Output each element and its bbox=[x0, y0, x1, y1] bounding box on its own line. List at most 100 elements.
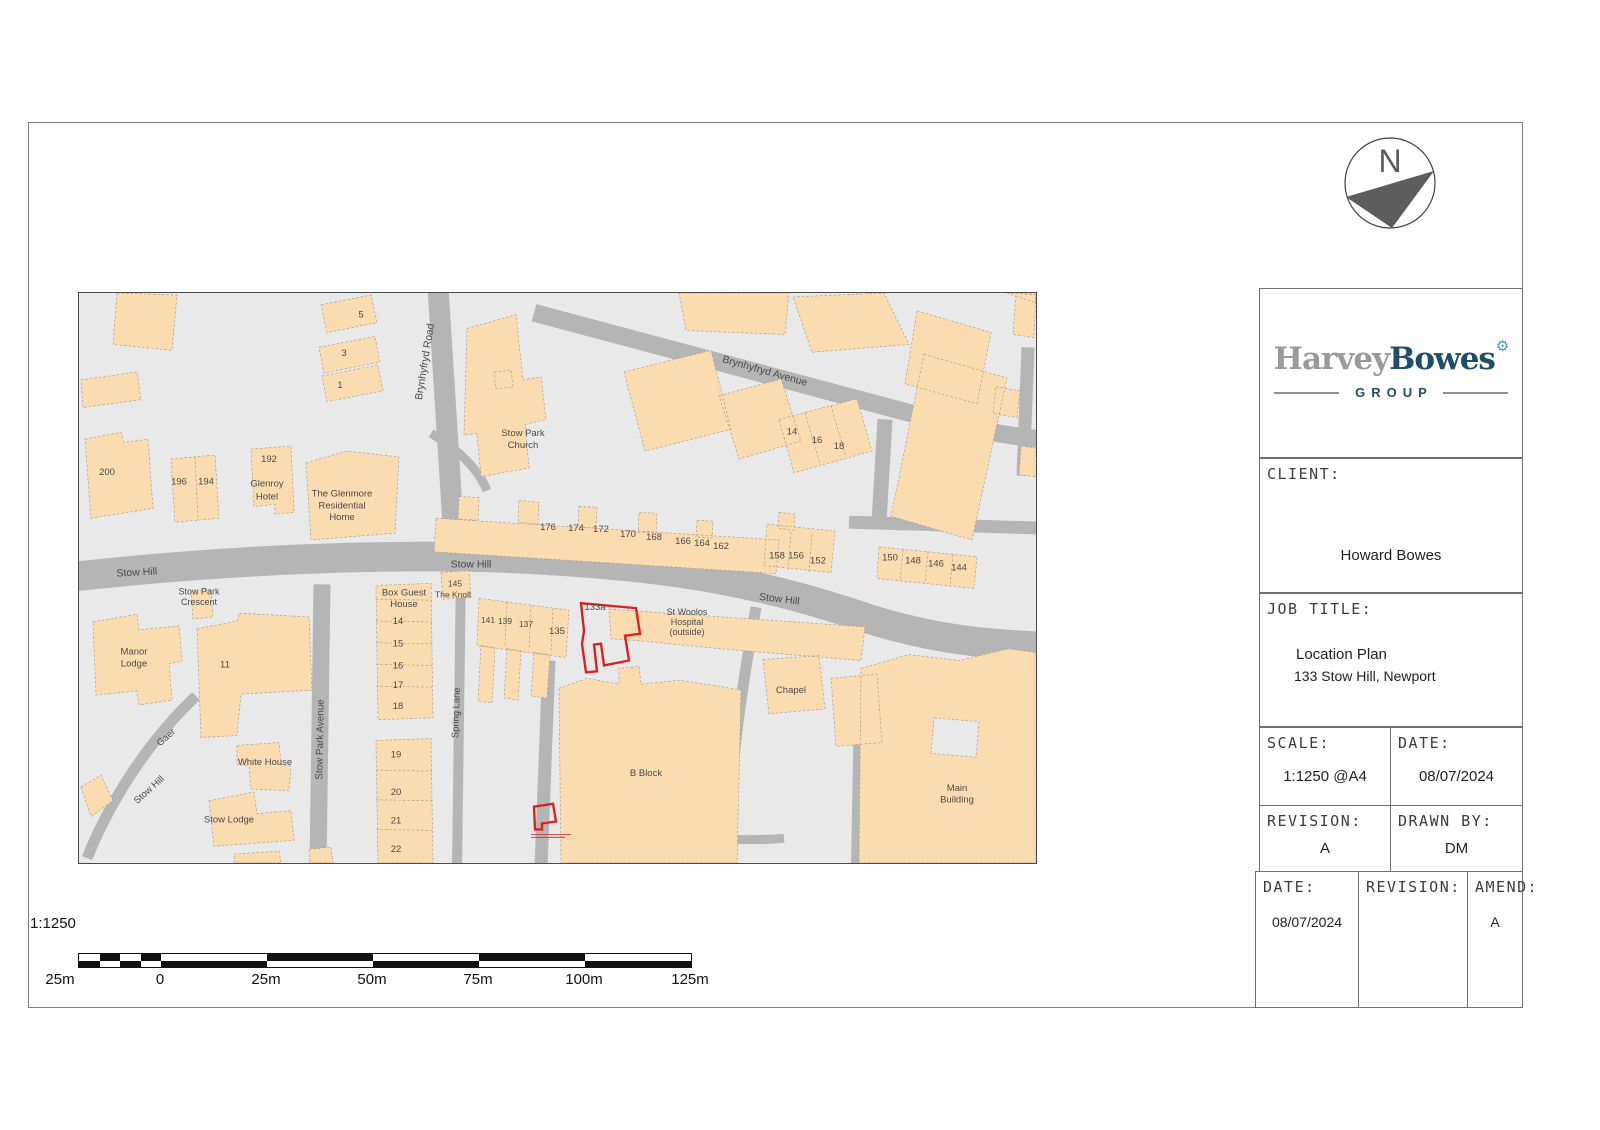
scale-bar-segment bbox=[161, 961, 267, 968]
map-label: 137 bbox=[519, 619, 533, 629]
scale-label: SCALE: bbox=[1267, 734, 1330, 752]
drawn-by-value: DM bbox=[1391, 840, 1522, 857]
map-label: 150 bbox=[882, 553, 898, 564]
scale-bar-bottom-row bbox=[79, 961, 691, 968]
map-label: Hotel bbox=[256, 492, 278, 503]
logo-group-label: GROUP bbox=[1355, 385, 1433, 400]
map-label: 16 bbox=[812, 435, 823, 446]
map-label: 158 bbox=[769, 551, 785, 562]
map-label: Hospital bbox=[671, 617, 704, 627]
map-label: 162 bbox=[713, 541, 729, 552]
building-shape bbox=[81, 293, 1036, 588]
title-block-logo-cell: HarveyBowes⚙ GROUP bbox=[1259, 288, 1523, 458]
map-label: 166 bbox=[675, 536, 691, 547]
map-label: 11 bbox=[220, 659, 230, 670]
map-label: 22 bbox=[391, 844, 402, 855]
map-label: 174 bbox=[568, 523, 584, 534]
map-label: Stow Lodge bbox=[204, 815, 254, 826]
map-label: 170 bbox=[620, 529, 636, 540]
map-label: St Woolos bbox=[667, 607, 708, 617]
map-label: Manor bbox=[121, 647, 148, 658]
map-label: 168 bbox=[646, 532, 662, 543]
map-label: 15 bbox=[393, 639, 404, 650]
map-label: 20 bbox=[391, 787, 402, 798]
map-label: 1 bbox=[337, 380, 342, 391]
map-label: 156 bbox=[788, 551, 804, 562]
north-arrow: N bbox=[1333, 128, 1448, 243]
map-label: 196 bbox=[171, 477, 187, 488]
drawn-by-label: DRAWN BY: bbox=[1398, 812, 1493, 830]
map-label: Stow Park Avenue bbox=[314, 699, 326, 780]
scale-bar-segment bbox=[141, 961, 162, 968]
scale-bar-segment bbox=[267, 961, 373, 968]
map-label: 19 bbox=[391, 749, 402, 760]
map-label: Spring Lane bbox=[450, 687, 463, 738]
north-arrow-letter: N bbox=[1378, 143, 1401, 179]
map-label: The Knoll bbox=[435, 589, 471, 599]
road-shape bbox=[87, 696, 196, 858]
revision-label: REVISION: bbox=[1267, 812, 1362, 830]
scale-bar-segment bbox=[100, 961, 121, 968]
map-label: Stow Hill bbox=[132, 774, 167, 807]
map-label: 192 bbox=[261, 454, 277, 465]
title-block-date-cell: DATE: 08/07/2024 bbox=[1390, 727, 1523, 806]
map-label: Lodge bbox=[121, 658, 147, 669]
map-label: 176 bbox=[540, 522, 556, 533]
north-arrow-pointer bbox=[1346, 171, 1434, 228]
scale-tick-label: 100m bbox=[565, 971, 603, 988]
map-label: The Glenmore bbox=[312, 489, 373, 500]
scale-tick-label: 0 bbox=[156, 971, 164, 988]
map-label: 17 bbox=[393, 680, 404, 691]
map-label: (outside) bbox=[670, 627, 705, 637]
scale-tick-label: 25m bbox=[45, 971, 74, 988]
map-label: Home bbox=[329, 512, 354, 523]
map-label: 141 bbox=[481, 615, 495, 625]
map-panel: 531Brynhyfryd RoadBrynhyfryd AvenueStow … bbox=[78, 292, 1037, 864]
map-label: Chapel bbox=[776, 685, 806, 696]
map-label: 145 bbox=[448, 578, 462, 588]
map-label: Building bbox=[940, 795, 974, 806]
scale-tick-label: 75m bbox=[463, 971, 492, 988]
scale-bar bbox=[78, 953, 692, 968]
scale-bar-segment bbox=[585, 961, 691, 968]
map-label: 21 bbox=[391, 816, 402, 827]
date-value: 08/07/2024 bbox=[1391, 768, 1522, 785]
footer-date-value: 08/07/2024 bbox=[1256, 914, 1358, 930]
title-block-footer-amend-cell: AMEND: A bbox=[1467, 871, 1523, 1008]
map-label: Stow Hill bbox=[451, 560, 492, 571]
scale-ratio-label: 1:1250 bbox=[30, 915, 76, 932]
footer-amend-value: A bbox=[1468, 914, 1522, 930]
road-shape bbox=[879, 419, 885, 522]
map-label: Stow Park bbox=[501, 428, 545, 439]
logo-bowes: Bowes bbox=[1389, 341, 1495, 377]
revision-value: A bbox=[1260, 840, 1390, 857]
drawing-sheet: N bbox=[0, 0, 1600, 1130]
title-block-scale-cell: SCALE: 1:1250 @A4 bbox=[1259, 727, 1391, 806]
scale-value: 1:1250 @A4 bbox=[1260, 768, 1390, 785]
scale-tick-label: 50m bbox=[357, 971, 386, 988]
map-label: 133a bbox=[584, 602, 606, 613]
map-label: 16 bbox=[393, 660, 404, 671]
scale-tick-label: 25m bbox=[251, 971, 280, 988]
client-label: CLIENT: bbox=[1267, 465, 1341, 483]
map-label: Crescent bbox=[181, 597, 218, 607]
map-label: Residential bbox=[319, 500, 366, 511]
map-label: 14 bbox=[787, 426, 798, 437]
footer-revision-label: REVISION: bbox=[1366, 878, 1461, 896]
map-label: Box Guest bbox=[382, 587, 427, 598]
map-label: 139 bbox=[498, 616, 512, 626]
title-block-footer-date-cell: DATE: 08/07/2024 bbox=[1255, 871, 1359, 1008]
footer-amend-label: AMEND: bbox=[1475, 878, 1538, 896]
map-label: Stow Hill bbox=[116, 567, 157, 580]
job-title-line2: 133 Stow Hill, Newport bbox=[1294, 668, 1436, 684]
map-label: Stow Park bbox=[179, 586, 221, 596]
courtyard-shape bbox=[931, 718, 979, 758]
map-label: 194 bbox=[198, 477, 214, 488]
map-label: 146 bbox=[928, 559, 944, 570]
road-shape bbox=[438, 293, 455, 558]
map-label: 164 bbox=[694, 538, 710, 549]
map-label: 200 bbox=[99, 467, 115, 478]
title-block-drawn-by-cell: DRAWN BY: DM bbox=[1390, 805, 1523, 872]
map-label: 18 bbox=[393, 701, 404, 712]
map-label: Main bbox=[947, 783, 968, 794]
